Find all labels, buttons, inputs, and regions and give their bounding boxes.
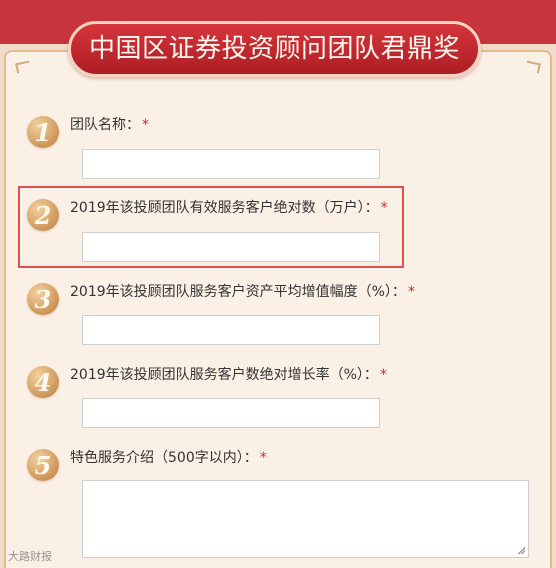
field-5-label: 特色服务介绍（500字以内）： * [70, 449, 267, 467]
field-1-number-badge: 1 [27, 116, 59, 148]
field-2-highlight-box [18, 186, 404, 268]
field-4-label-text: 2019年该投顾团队服务客户数绝对增长率（%）： [70, 367, 378, 383]
field-1-label: 团队名称： * [70, 116, 149, 134]
field-4-number-badge: 4 [27, 366, 59, 398]
field-1-required-mark: * [142, 117, 149, 133]
client-growth-rate-input[interactable] [82, 398, 380, 428]
field-3-required-mark: * [407, 284, 415, 300]
textarea-resize-handle[interactable] [517, 546, 525, 554]
field-1-label-text: 团队名称： [70, 117, 140, 133]
field-5-required-mark: * [259, 450, 267, 466]
award-form-page: 中国区证券投资顾问团队君鼎奖 1 团队名称： * 2 2019年该投顾团队有效服务… [0, 0, 556, 568]
field-3-label-text: 2019年该投顾团队服务客户资产平均增值幅度（%）： [70, 284, 406, 300]
title-banner: 中国区证券投资顾问团队君鼎奖 [68, 21, 481, 77]
field-4-label: 2019年该投顾团队服务客户数绝对增长率（%）： * [70, 366, 387, 384]
field-3-label: 2019年该投顾团队服务客户资产平均增值幅度（%）： * [70, 283, 415, 301]
field-5-label-text: 特色服务介绍（500字以内）： [70, 450, 258, 466]
asset-growth-input[interactable] [82, 315, 380, 345]
page-title: 中国区证券投资顾问团队君鼎奖 [88, 34, 460, 64]
service-introduction-textarea[interactable] [82, 480, 529, 558]
team-name-input[interactable] [82, 149, 380, 179]
field-4-required-mark: * [379, 367, 387, 383]
field-5-number-badge: 5 [27, 449, 59, 481]
field-3-number-badge: 3 [27, 283, 59, 315]
watermark: 大路财报 [8, 550, 52, 563]
